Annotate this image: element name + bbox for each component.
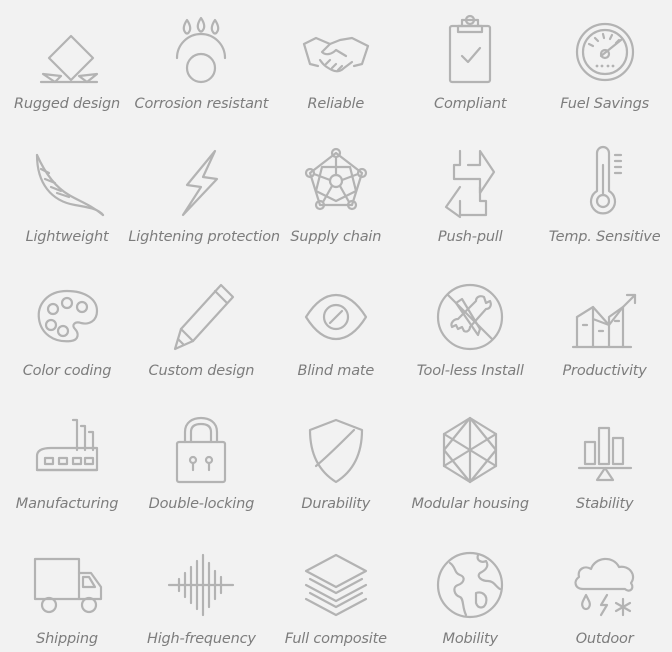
- rugged-design-icon: [27, 10, 107, 90]
- feature-label: High-frequency: [146, 631, 256, 647]
- feature-label: Full composite: [284, 631, 387, 647]
- feature-label: Modular housing: [411, 496, 529, 512]
- feature-label: Mobility: [442, 631, 499, 647]
- corrosion-resistant-icon: [161, 10, 241, 90]
- clipboard-check-icon: [430, 10, 510, 90]
- feature-label: Lightweight: [25, 229, 109, 245]
- feature-label: Fuel Savings: [560, 96, 649, 112]
- feature-label: Color coding: [22, 363, 112, 379]
- hexagon-cube-icon: [430, 410, 510, 490]
- feature-label: Rugged design: [14, 96, 120, 112]
- lightning-bolt-icon: [161, 143, 241, 223]
- truck-icon: [27, 545, 107, 625]
- feature-icon-grid: Rugged design Corrosion resistant Reliab…: [0, 0, 672, 652]
- handshake-icon: [296, 10, 376, 90]
- balance-bars-icon: [565, 410, 645, 490]
- push-pull-arrows-icon: [430, 143, 510, 223]
- padlock-icon: [161, 410, 241, 490]
- frequency-wave-icon: [161, 545, 241, 625]
- feature-label: Compliant: [434, 96, 507, 112]
- thermometer-icon: [565, 143, 645, 223]
- factory-icon: [27, 410, 107, 490]
- fuel-gauge-icon: [565, 10, 645, 90]
- shield-icon: [296, 410, 376, 490]
- pencil-icon: [161, 277, 241, 357]
- no-tools-icon: [430, 277, 510, 357]
- color-palette-icon: [27, 277, 107, 357]
- feature-label: Manufacturing: [15, 496, 119, 512]
- feature-label: Corrosion resistant: [134, 96, 269, 112]
- feature-label: Temp. Sensitive: [548, 229, 661, 245]
- feature-label: Tool-less Install: [416, 363, 524, 379]
- feature-label: Productivity: [562, 363, 647, 379]
- globe-icon: [430, 545, 510, 625]
- feature-label: Shipping: [36, 631, 98, 647]
- layers-icon: [296, 545, 376, 625]
- feature-label: Lightening protection: [128, 229, 280, 245]
- feature-label: Durability: [301, 496, 371, 512]
- feature-label: Push-pull: [437, 229, 503, 245]
- feature-label: Stability: [575, 496, 634, 512]
- eye-slash-icon: [296, 277, 376, 357]
- feature-label: Blind mate: [297, 363, 375, 379]
- feature-label: Supply chain: [290, 229, 382, 245]
- network-nodes-icon: [296, 143, 376, 223]
- feature-label: Custom design: [148, 363, 255, 379]
- rising-chart-icon: [565, 277, 645, 357]
- weather-cloud-icon: [565, 545, 645, 625]
- feature-label: Outdoor: [575, 631, 634, 647]
- feature-label: Reliable: [307, 96, 365, 112]
- feather-icon: [27, 143, 107, 223]
- feature-label: Double-locking: [148, 496, 255, 512]
